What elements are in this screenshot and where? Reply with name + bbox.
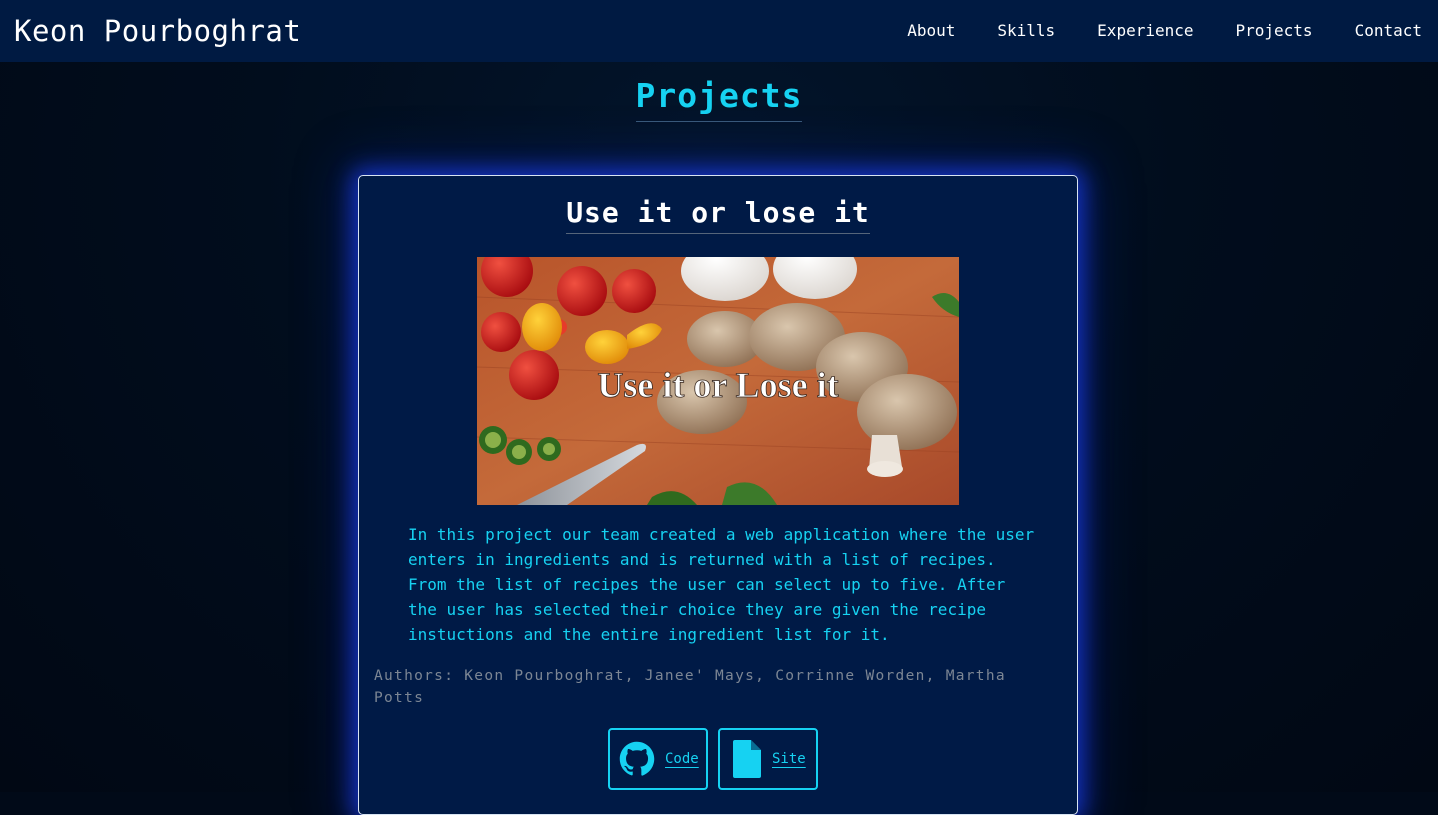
nav-link-projects[interactable]: Projects — [1215, 0, 1334, 62]
nav-link-about[interactable]: About — [886, 0, 976, 62]
github-icon — [619, 741, 655, 777]
site-button-label: Site — [772, 751, 806, 767]
code-button-label: Code — [665, 751, 699, 767]
nav-link-contact[interactable]: Contact — [1334, 0, 1438, 62]
nav-link-skills[interactable]: Skills — [976, 0, 1076, 62]
nav-link-experience[interactable]: Experience — [1076, 0, 1214, 62]
project-authors: Authors: Keon Pourboghrat, Janee' Mays, … — [374, 668, 1006, 706]
project-title: Use it or lose it — [359, 196, 1077, 234]
section-title-text: Projects — [635, 76, 803, 122]
site-button[interactable]: Site — [718, 728, 818, 790]
project-image: Use it or Lose it — [477, 257, 959, 505]
section-title: Projects — [0, 76, 1438, 122]
nav-links: About Skills Experience Projects Contact — [886, 0, 1438, 62]
brand-name[interactable]: Keon Pourboghrat — [14, 14, 301, 48]
project-card: Use it or lose it Use it or Lose it In t… — [358, 175, 1078, 815]
projects-section: Projects Use it or lose it Use it or Los… — [0, 62, 1438, 815]
project-title-text: Use it or lose it — [566, 196, 870, 234]
document-icon — [733, 740, 761, 778]
project-image-caption: Use it or Lose it — [597, 365, 838, 405]
code-button[interactable]: Code — [608, 728, 708, 790]
project-description: In this project our team created a web a… — [408, 525, 1035, 644]
top-navbar: Keon Pourboghrat About Skills Experience… — [0, 0, 1438, 62]
